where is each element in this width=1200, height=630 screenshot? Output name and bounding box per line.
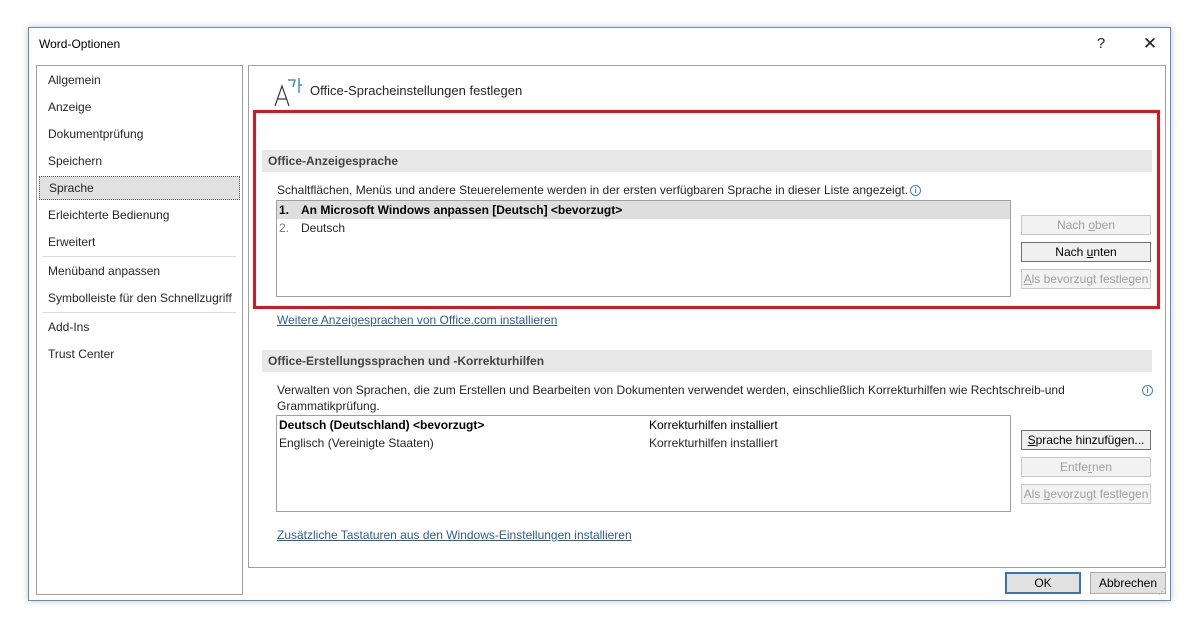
page-title: Office-Spracheinstellungen festlegen	[310, 83, 523, 98]
button-label: Als	[1023, 487, 1044, 501]
install-keyboards-link[interactable]: Zusätzliche Tastaturen aus den Windows-E…	[277, 528, 632, 542]
language-name: Deutsch (Deutschland) <bevorzugt>	[279, 418, 485, 432]
move-up-button[interactable]: Nach oben	[1021, 215, 1151, 235]
language-settings-panel: Office-Spracheinstellungen festlegen Off…	[248, 65, 1166, 568]
sidebar-separator	[43, 256, 236, 257]
options-sidebar: Allgemein Anzeige Dokumentprüfung Speich…	[36, 65, 243, 595]
sidebar-item-menueband-anpassen[interactable]: Menüband anpassen	[39, 259, 240, 283]
button-label: Entfe	[1059, 460, 1088, 474]
sidebar-item-add-ins[interactable]: Add-Ins	[39, 315, 240, 339]
resize-grip-icon[interactable]: ⋰	[1158, 588, 1168, 598]
set-preferred-display-button[interactable]: Als bevorzugt festlegen	[1021, 269, 1151, 289]
sidebar-item-sprache[interactable]: Sprache	[39, 176, 240, 200]
ok-button[interactable]: OK	[1005, 572, 1081, 594]
proofing-status: Korrekturhilfen installiert	[649, 418, 778, 432]
info-icon[interactable]: i	[910, 185, 922, 196]
language-name: Englisch (Vereinigte Staaten)	[279, 436, 434, 450]
title-bar: Word-Optionen ? ✕	[29, 28, 1170, 60]
sidebar-item-dokumentpruefung[interactable]: Dokumentprüfung	[39, 122, 240, 146]
move-down-button[interactable]: Nach unten	[1021, 242, 1151, 262]
authoring-language-heading: Office-Erstellungssprachen und -Korrektu…	[262, 350, 1152, 372]
set-preferred-authoring-button[interactable]: Als bevorzugt festlegen	[1021, 484, 1151, 504]
list-item[interactable]: Englisch (Vereinigte Staaten) Korrekturh…	[277, 434, 1010, 452]
cancel-button[interactable]: Abbrechen	[1090, 572, 1166, 594]
display-language-description-text: Schaltflächen, Menüs und andere Steuerel…	[277, 183, 909, 197]
sidebar-item-trust-center[interactable]: Trust Center	[39, 342, 240, 366]
button-accesskey: A	[1023, 272, 1032, 286]
button-label: nen	[1092, 460, 1113, 474]
list-item[interactable]: Deutsch (Deutschland) <bevorzugt> Korrek…	[277, 416, 1010, 434]
dialog-title: Word-Optionen	[39, 37, 121, 51]
display-language-heading: Office-Anzeigesprache	[262, 150, 1152, 172]
list-item-number: 2.	[279, 221, 290, 235]
word-options-dialog: Word-Optionen ? ✕ Allgemein Anzeige Doku…	[28, 27, 1171, 601]
button-label: Nach	[1055, 245, 1087, 259]
button-label: nten	[1093, 245, 1117, 259]
list-item[interactable]: 2. Deutsch	[277, 219, 1010, 237]
help-button[interactable]: ?	[1087, 32, 1115, 56]
info-icon[interactable]: i	[1142, 385, 1153, 396]
sidebar-item-anzeige[interactable]: Anzeige	[39, 95, 240, 119]
button-label: evorzugt festlegen	[1050, 487, 1149, 501]
authoring-language-description-cont: Grammatikprüfung.	[277, 399, 380, 413]
sidebar-item-schnellzugriff[interactable]: Symbolleiste für den Schnellzugriff	[39, 286, 240, 310]
add-language-button[interactable]: Sprache hinzufügen...	[1021, 430, 1151, 450]
button-accesskey: S	[1027, 433, 1036, 447]
sidebar-separator	[43, 312, 236, 313]
close-button[interactable]: ✕	[1136, 32, 1164, 56]
list-item-number: 1.	[279, 203, 290, 217]
sidebar-item-speichern[interactable]: Speichern	[39, 149, 240, 173]
button-label: ls bevorzugt festlegen	[1031, 272, 1149, 286]
proofing-status: Korrekturhilfen installiert	[649, 436, 778, 450]
button-accesskey: o	[1088, 218, 1095, 232]
list-item-label: Deutsch	[301, 221, 346, 235]
install-display-languages-link[interactable]: Weitere Anzeigesprachen von Office.com i…	[277, 313, 557, 327]
display-language-list[interactable]: 1. An Microsoft Windows anpassen [Deutsch…	[276, 200, 1011, 297]
list-item[interactable]: 1. An Microsoft Windows anpassen [Deutsch…	[277, 201, 1010, 219]
sidebar-item-allgemein[interactable]: Allgemein	[39, 68, 240, 92]
list-item-label: An Microsoft Windows anpassen [Deutsch] …	[301, 203, 623, 217]
remove-language-button[interactable]: Entfernen	[1021, 457, 1151, 477]
display-language-description: Schaltflächen, Menüs und andere Steuerel…	[277, 183, 922, 197]
authoring-language-list[interactable]: Deutsch (Deutschland) <bevorzugt> Korrek…	[276, 415, 1011, 512]
button-label: Nach	[1056, 218, 1089, 232]
sidebar-item-erleichterte-bedienung[interactable]: Erleichterte Bedienung	[39, 203, 240, 227]
language-icon	[274, 78, 302, 107]
authoring-language-description: Verwalten von Sprachen, die zum Erstelle…	[277, 383, 1065, 397]
button-label: ben	[1095, 218, 1116, 232]
sidebar-item-erweitert[interactable]: Erweitert	[39, 230, 240, 254]
button-label: prache hinzufügen...	[1035, 433, 1145, 447]
